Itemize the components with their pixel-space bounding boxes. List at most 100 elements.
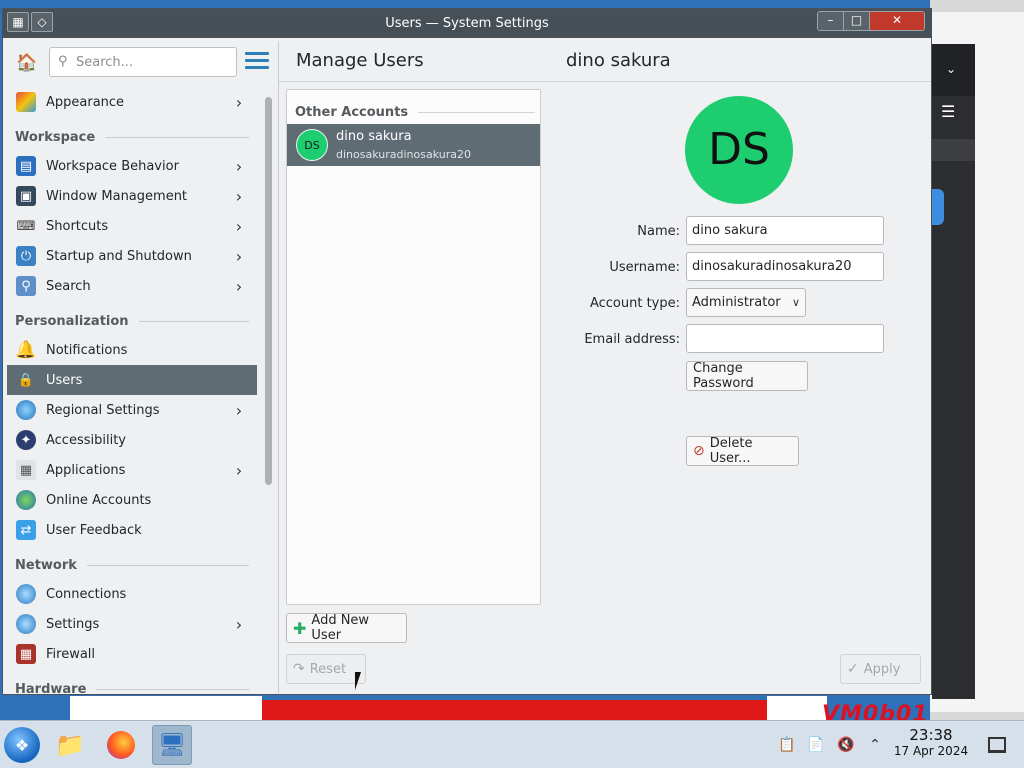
section-personalization: Personalization xyxy=(15,311,249,331)
apply-button[interactable]: ✓ Apply xyxy=(840,654,921,684)
online-accounts-icon xyxy=(16,490,36,510)
sidebar-item-label: Workspace Behavior xyxy=(46,158,179,174)
network-settings-icon xyxy=(16,614,36,634)
maximize-button[interactable]: □ xyxy=(844,12,870,30)
wallpaper-shape-bottom-right xyxy=(767,696,827,720)
search-box[interactable]: ⚲ xyxy=(49,47,237,77)
sidebar-item-workspace-behavior[interactable]: ▤ Workspace Behavior › xyxy=(7,151,257,181)
accounts-list: Other Accounts DS dino sakura dinosakura… xyxy=(286,89,541,605)
sidebar-scrollbar[interactable] xyxy=(265,97,272,485)
taskbar-firefox[interactable] xyxy=(101,725,141,765)
search-input[interactable] xyxy=(76,52,232,72)
sidebar-item-network-settings[interactable]: Settings › xyxy=(7,609,257,639)
checkmark-icon: ✓ xyxy=(847,661,859,677)
clipboard-icon[interactable]: 📋 xyxy=(777,735,797,755)
notes-icon[interactable]: 📄 xyxy=(806,735,826,755)
sidebar-item-users[interactable]: 🔒 Users xyxy=(7,365,257,395)
user-avatar[interactable]: DS xyxy=(685,96,793,204)
account-username: dinosakuradinosakura20 xyxy=(336,148,471,161)
firefox-icon xyxy=(107,731,135,759)
wallpaper-shape-bottom xyxy=(70,696,262,720)
window-titlebar[interactable]: ▦ ◇ Users — System Settings – □ ✕ xyxy=(3,9,931,38)
sidebar-item-notifications[interactable]: 🔔 Notifications xyxy=(7,335,257,365)
chevron-right-icon: › xyxy=(235,186,243,206)
sidebar: 🏠 ⚲ Appearance › Workspace ▤ Workspace B… xyxy=(7,41,277,693)
mouse-cursor-icon xyxy=(355,672,367,690)
sidebar-item-label: User Feedback xyxy=(46,522,142,538)
sidebar-item-applications[interactable]: ▦ Applications › xyxy=(7,455,257,485)
chevron-right-icon: › xyxy=(235,460,243,480)
section-hardware: Hardware xyxy=(15,679,249,693)
sidebar-item-window-management[interactable]: ▣ Window Management › xyxy=(7,181,257,211)
sidebar-item-search[interactable]: ⚲ Search › xyxy=(7,271,257,301)
sidebar-item-accessibility[interactable]: ✦ Accessibility xyxy=(7,425,257,455)
sidebar-item-appearance[interactable]: Appearance › xyxy=(7,87,257,117)
delete-user-button[interactable]: ⊘ Delete User... xyxy=(686,436,799,466)
sidebar-item-firewall[interactable]: ▦ Firewall xyxy=(7,639,257,669)
sidebar-item-label: Window Management xyxy=(46,188,188,204)
window-controls: – □ ✕ xyxy=(817,11,925,31)
network-icon xyxy=(16,584,36,604)
accessibility-icon: ✦ xyxy=(16,430,36,450)
sidebar-item-label: Applications xyxy=(46,462,126,478)
keyboard-icon: ⌨ xyxy=(16,218,36,234)
sidebar-item-label: Accessibility xyxy=(46,432,126,448)
sidebar-item-startup-shutdown[interactable]: ⏻ Startup and Shutdown › xyxy=(7,241,257,271)
add-new-user-button[interactable]: ✚ Add New User xyxy=(286,613,407,643)
globe-icon xyxy=(16,400,36,420)
chevron-right-icon: › xyxy=(235,246,243,266)
background-window: ⌄ ☰ xyxy=(932,44,975,699)
sidebar-item-label: Regional Settings xyxy=(46,402,160,418)
search-icon: ⚲ xyxy=(16,276,36,296)
sidebar-item-label: Connections xyxy=(46,586,127,602)
email-label: Email address: xyxy=(584,332,680,347)
sidebar-header: 🏠 ⚲ xyxy=(7,41,277,85)
account-type-select[interactable]: Administrator ∨ xyxy=(686,288,806,317)
applications-icon: ▦ xyxy=(16,460,36,480)
username-label: Username: xyxy=(609,260,680,275)
minimize-button[interactable]: – xyxy=(818,12,844,30)
account-type-label: Account type: xyxy=(589,296,680,311)
sidebar-item-online-accounts[interactable]: Online Accounts xyxy=(7,485,257,515)
sidebar-item-user-feedback[interactable]: ⇄ User Feedback xyxy=(7,515,257,545)
sidebar-item-label: Users xyxy=(46,372,83,388)
account-list-item[interactable]: DS dino sakura dinosakuradinosakura20 xyxy=(287,124,540,166)
name-field[interactable] xyxy=(686,216,884,245)
accounts-section-header: Other Accounts xyxy=(295,104,535,120)
sidebar-item-label: Search xyxy=(46,278,91,294)
search-icon: ⚲ xyxy=(58,54,68,69)
chevron-right-icon: › xyxy=(235,276,243,296)
clock[interactable]: 23:38 17 Apr 2024 xyxy=(886,726,976,758)
tray-expand-icon[interactable]: ⌃ xyxy=(865,735,885,755)
username-field[interactable] xyxy=(686,252,884,281)
taskbar: ❖ 📁 🖥 📋 📄 🔇 ⌃ 23:38 17 Apr 2024 xyxy=(0,720,1024,768)
taskbar-file-manager[interactable]: 📁 xyxy=(50,725,90,765)
clock-date: 17 Apr 2024 xyxy=(893,744,969,758)
hamburger-menu-button[interactable] xyxy=(245,52,269,74)
change-password-button[interactable]: Change Password xyxy=(686,361,808,391)
name-label: Name: xyxy=(637,224,680,239)
chevron-right-icon: › xyxy=(235,92,243,112)
header-divider xyxy=(279,81,931,82)
email-field[interactable] xyxy=(686,324,884,353)
folder-icon: 📁 xyxy=(55,731,85,759)
sidebar-item-regional-settings[interactable]: Regional Settings › xyxy=(7,395,257,425)
sidebar-divider xyxy=(278,41,279,693)
sidebar-item-connections[interactable]: Connections xyxy=(7,579,257,609)
chevron-right-icon: › xyxy=(235,614,243,634)
appearance-icon xyxy=(16,92,36,112)
start-menu-button[interactable]: ❖ xyxy=(4,727,40,763)
sidebar-item-label: Appearance xyxy=(46,94,125,110)
reset-button[interactable]: ↷ Reset xyxy=(286,654,366,684)
window-title: Users — System Settings xyxy=(385,16,549,31)
show-desktop-icon[interactable] xyxy=(988,737,1006,753)
bell-icon: 🔔 xyxy=(15,340,37,360)
sidebar-item-shortcuts[interactable]: ⌨ Shortcuts › xyxy=(7,211,257,241)
feedback-icon: ⇄ xyxy=(16,520,36,540)
sidebar-item-label: Online Accounts xyxy=(46,492,152,508)
chevron-down-icon: ∨ xyxy=(791,296,800,309)
close-button[interactable]: ✕ xyxy=(870,12,924,30)
volume-muted-icon[interactable]: 🔇 xyxy=(836,735,856,755)
taskbar-system-settings[interactable]: 🖥 xyxy=(152,725,192,765)
home-icon[interactable]: 🏠 xyxy=(13,50,41,76)
